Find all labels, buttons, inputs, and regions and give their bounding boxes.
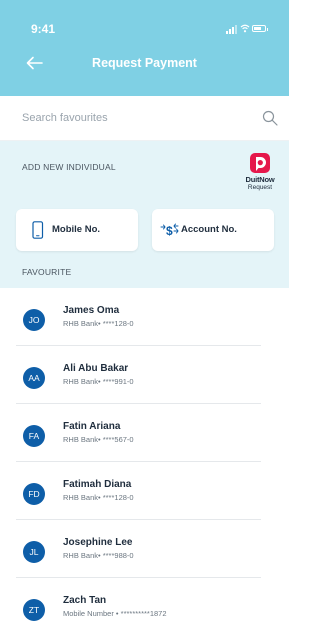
avatar: FA [23, 425, 45, 447]
favourite-name: James Oma [63, 305, 120, 316]
favourite-item[interactable]: AA Ali Abu Bakar RHB Bank• ****991-0 [0, 346, 289, 404]
page-title: Request Payment [92, 56, 197, 70]
mobile-phone-icon [32, 221, 44, 239]
signal-icon [232, 27, 234, 34]
avatar: JO [23, 309, 45, 331]
favourite-account-detail: RHB Bank• ****988-0 [63, 551, 134, 560]
duitnow-logo: DuitNow Request [245, 153, 275, 195]
favourite-account-detail: RHB Bank• ****991-0 [63, 377, 134, 386]
favourite-item[interactable]: FD Fatimah Diana RHB Bank• ****128-0 [0, 462, 289, 520]
wifi-icon [240, 24, 250, 33]
svg-text:$: $ [166, 224, 173, 238]
duitnow-name: DuitNow [245, 175, 275, 184]
status-time: 9:41 [31, 22, 56, 36]
mobile-number-label: Mobile No. [52, 224, 101, 235]
favourite-name: Fatimah Diana [63, 479, 132, 490]
signal-icon [226, 31, 228, 34]
favourite-item[interactable]: ZT Zach Tan Mobile Number • **********18… [0, 578, 289, 633]
favourite-item[interactable]: FA Fatin Ariana RHB Bank• ****567-0 [0, 404, 289, 462]
favourite-account-detail: RHB Bank• ****128-0 [63, 319, 134, 328]
favourite-name: Zach Tan [63, 595, 107, 606]
duitnow-mark-icon [250, 153, 270, 173]
signal-icon [229, 29, 231, 34]
favourite-list: JO James Oma RHB Bank• ****128-0 AA Ali … [0, 288, 289, 633]
search-icon[interactable] [262, 110, 278, 126]
app-header: 9:41 Request Payment [0, 0, 289, 96]
favourite-account-detail: RHB Bank• ****128-0 [63, 493, 134, 502]
favourite-name: Fatin Ariana [63, 421, 121, 432]
favourite-name: Ali Abu Bakar [63, 363, 129, 374]
account-number-button[interactable]: $ Account No. [152, 209, 274, 251]
avatar: ZT [23, 599, 45, 621]
mobile-number-button[interactable]: Mobile No. [16, 209, 138, 251]
add-new-panel: DuitNow Request ADD NEW INDIVIDUAL Mobil… [0, 141, 289, 288]
favourite-account-detail: RHB Bank• ****567-0 [63, 435, 134, 444]
favourite-item[interactable]: JO James Oma RHB Bank• ****128-0 [0, 288, 289, 346]
avatar: AA [23, 367, 45, 389]
avatar: JL [23, 541, 45, 563]
nav-bar: Request Payment [0, 48, 289, 80]
favourite-account-detail: Mobile Number • **********1872 [63, 609, 167, 618]
avatar: FD [23, 483, 45, 505]
add-new-section-label: ADD NEW INDIVIDUAL [22, 162, 116, 172]
favourite-item[interactable]: JL Josephine Lee RHB Bank• ****988-0 [0, 520, 289, 578]
favourite-name: Josephine Lee [63, 537, 133, 548]
status-icons [226, 24, 268, 34]
account-transfer-icon: $ [160, 223, 179, 238]
favourite-section-label: FAVOURITE [22, 267, 72, 277]
search-bar [0, 96, 289, 141]
status-bar: 9:41 [0, 0, 289, 40]
duitnow-subtitle: Request [247, 184, 273, 191]
search-input[interactable] [22, 108, 242, 128]
account-number-label: Account No. [181, 224, 237, 235]
signal-icon [235, 25, 237, 34]
battery-icon [252, 25, 268, 32]
